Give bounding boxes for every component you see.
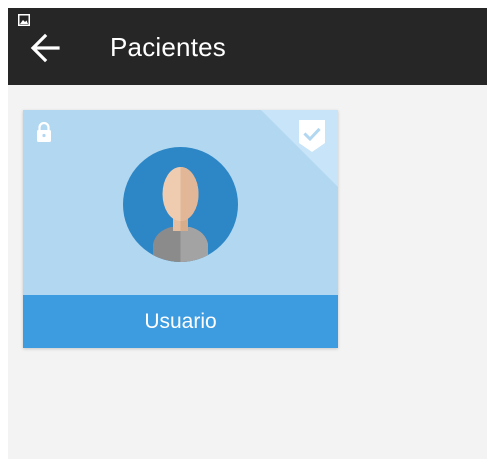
patient-card[interactable]: Usuario	[23, 110, 338, 348]
back-button[interactable]	[25, 28, 65, 68]
page-title: Pacientes	[110, 32, 226, 62]
app-screen: Pacientes Usuario	[8, 8, 487, 459]
person-avatar-icon	[123, 147, 238, 262]
card-footer: Usuario	[23, 295, 338, 348]
lock-icon	[37, 122, 51, 142]
image-icon	[18, 14, 30, 26]
check-badge-icon[interactable]	[299, 120, 325, 152]
arrow-left-icon	[30, 33, 60, 63]
patient-name: Usuario	[144, 309, 217, 333]
app-toolbar: Pacientes	[8, 8, 487, 85]
